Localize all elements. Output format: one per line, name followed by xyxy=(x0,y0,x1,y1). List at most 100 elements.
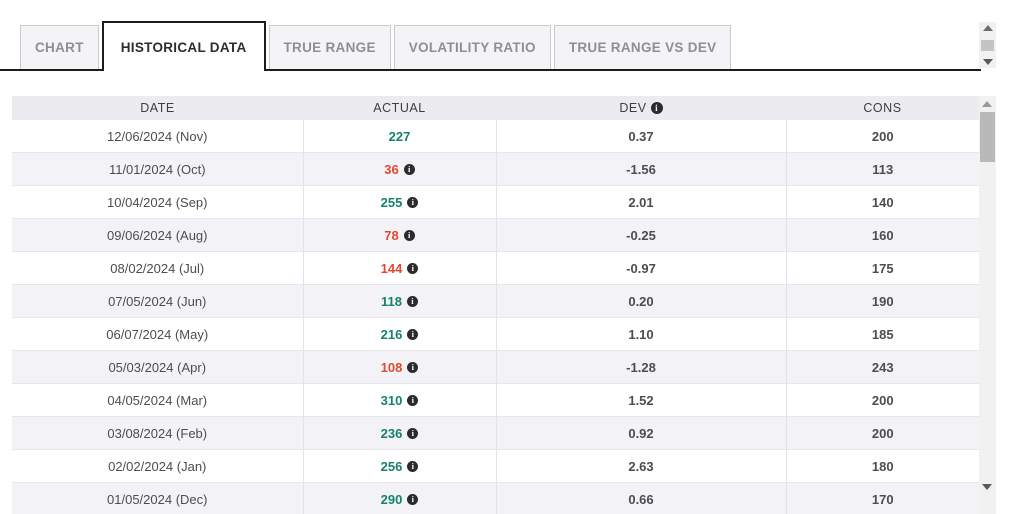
info-icon[interactable]: i xyxy=(407,197,418,208)
column-header-dev[interactable]: DEV i xyxy=(496,96,786,120)
table-header-row: DATE ACTUAL DEV i CONS xyxy=(12,96,979,120)
actual-value: 227 xyxy=(389,129,411,144)
table-scroll-up-arrow-icon[interactable] xyxy=(982,101,992,107)
cell-actual: 144 i xyxy=(303,252,496,285)
cell-cons: 200 xyxy=(786,417,979,450)
info-icon[interactable]: i xyxy=(407,395,418,406)
table-row[interactable]: 06/07/2024 (May) 216 i 1.10185 xyxy=(12,318,979,351)
cell-date: 09/06/2024 (Aug) xyxy=(12,219,303,252)
cell-date: 07/05/2024 (Jun) xyxy=(12,285,303,318)
table-row[interactable]: 08/02/2024 (Jul) 144 i -0.97175 xyxy=(12,252,979,285)
table-row[interactable]: 01/05/2024 (Dec) 290 i 0.66170 xyxy=(12,483,979,514)
cell-cons: 170 xyxy=(786,483,979,514)
table-row[interactable]: 09/06/2024 (Aug)78i-0.25160 xyxy=(12,219,979,252)
cell-date: 02/02/2024 (Jan) xyxy=(12,450,303,483)
historical-data-table: DATE ACTUAL DEV i CONS 12/06/2024 (Nov) 227 0.… xyxy=(12,96,979,514)
table-body: 12/06/2024 (Nov)2270.3720011/01/2024 (Oc… xyxy=(12,120,979,514)
scroll-up-arrow-icon[interactable] xyxy=(983,25,993,31)
actual-value: 108 xyxy=(381,360,403,375)
cell-date: 12/06/2024 (Nov) xyxy=(12,120,303,153)
table-vertical-scrollbar[interactable] xyxy=(979,96,996,514)
cell-date: 08/02/2024 (Jul) xyxy=(12,252,303,285)
cell-dev: -1.28 xyxy=(496,351,786,384)
table-scrollbar-thumb[interactable] xyxy=(980,112,995,162)
tab-bar-region: CHARTHISTORICAL DATATRUE RANGEVOLATILITY… xyxy=(0,0,1011,82)
cell-date: 05/03/2024 (Apr) xyxy=(12,351,303,384)
tab-true-range[interactable]: TRUE RANGE xyxy=(269,25,391,69)
table-row[interactable]: 10/04/2024 (Sep)255i2.01140 xyxy=(12,186,979,219)
info-icon[interactable]: i xyxy=(651,102,663,114)
cell-dev: 1.52 xyxy=(496,384,786,417)
table-row[interactable]: 05/03/2024 (Apr) 108 i -1.28243 xyxy=(12,351,979,384)
actual-value: 118 xyxy=(381,294,402,309)
table-row[interactable]: 02/02/2024 (Jan)256i2.63180 xyxy=(12,450,979,483)
cell-cons: 200 xyxy=(786,120,979,153)
cell-actual: 290 i xyxy=(303,483,496,514)
cell-cons: 200 xyxy=(786,384,979,417)
cell-actual: 255 i xyxy=(303,186,496,219)
actual-value: 216 xyxy=(381,327,403,342)
table-row[interactable]: 04/05/2024 (Mar) 310 i 1.52200 xyxy=(12,384,979,417)
tab-true-range-vs-dev[interactable]: TRUE RANGE VS DEV xyxy=(554,25,732,69)
cell-cons: 113 xyxy=(786,153,979,186)
info-icon[interactable]: i xyxy=(407,296,418,307)
cell-dev: 1.10 xyxy=(496,318,786,351)
cell-actual: 227 xyxy=(303,120,496,153)
table-row[interactable]: 03/08/2024 (Feb)236i0.92200 xyxy=(12,417,979,450)
cell-cons: 243 xyxy=(786,351,979,384)
info-icon[interactable]: i xyxy=(407,263,418,274)
table-row[interactable]: 11/01/2024 (Oct)36i-1.56113 xyxy=(12,153,979,186)
info-icon[interactable]: i xyxy=(407,461,418,472)
cell-dev: 2.63 xyxy=(496,450,786,483)
cell-date: 03/08/2024 (Feb) xyxy=(12,417,303,450)
actual-value: 255 xyxy=(381,195,403,210)
column-header-cons[interactable]: CONS xyxy=(786,96,979,120)
cell-actual: 256i xyxy=(303,450,496,483)
column-header-date[interactable]: DATE xyxy=(12,96,303,120)
cell-dev: 0.66 xyxy=(496,483,786,514)
scroll-down-arrow-icon[interactable] xyxy=(983,59,993,65)
column-header-label: ACTUAL xyxy=(373,101,426,115)
cell-actual: 118 i xyxy=(303,285,496,318)
cell-cons: 175 xyxy=(786,252,979,285)
tab-bar: CHARTHISTORICAL DATATRUE RANGEVOLATILITY… xyxy=(0,19,981,71)
cell-date: 06/07/2024 (May) xyxy=(12,318,303,351)
tab-historical-data[interactable]: HISTORICAL DATA xyxy=(102,21,266,71)
cell-cons: 185 xyxy=(786,318,979,351)
column-header-label: DEV xyxy=(619,101,646,115)
cell-dev: 0.20 xyxy=(496,285,786,318)
tab-volatility-ratio[interactable]: VOLATILITY RATIO xyxy=(394,25,551,69)
cell-actual: 310 i xyxy=(303,384,496,417)
info-icon[interactable]: i xyxy=(404,164,415,175)
info-icon[interactable]: i xyxy=(407,494,418,505)
info-icon[interactable]: i xyxy=(407,329,418,340)
historical-data-table-container: DATE ACTUAL DEV i CONS 12/06/2024 (Nov) 227 0.… xyxy=(12,96,979,514)
cell-actual: 236 i xyxy=(303,417,496,450)
cell-dev: 2.01 xyxy=(496,186,786,219)
table-row[interactable]: 07/05/2024 (Jun) 118 i 0.20190 xyxy=(12,285,979,318)
column-header-actual[interactable]: ACTUAL xyxy=(303,96,496,120)
table-row[interactable]: 12/06/2024 (Nov)2270.37200 xyxy=(12,120,979,153)
column-header-label: CONS xyxy=(863,101,901,115)
actual-value: 290 xyxy=(381,492,403,507)
table-scroll-down-arrow-icon[interactable] xyxy=(982,484,992,490)
cell-date: 04/05/2024 (Mar) xyxy=(12,384,303,417)
cell-cons: 140 xyxy=(786,186,979,219)
cell-date: 01/05/2024 (Dec) xyxy=(12,483,303,514)
tab-chart[interactable]: CHART xyxy=(20,25,99,69)
actual-value: 236 xyxy=(381,426,403,441)
cell-dev: -0.97 xyxy=(496,252,786,285)
actual-value: 144 xyxy=(381,261,403,276)
cell-cons: 180 xyxy=(786,450,979,483)
actual-value: 36 xyxy=(384,162,398,177)
info-icon[interactable]: i xyxy=(407,428,418,439)
info-icon[interactable]: i xyxy=(407,362,418,373)
cell-cons: 190 xyxy=(786,285,979,318)
actual-value: 310 xyxy=(381,393,403,408)
cell-dev: -1.56 xyxy=(496,153,786,186)
info-icon[interactable]: i xyxy=(404,230,415,241)
cell-actual: 216 i xyxy=(303,318,496,351)
tabbar-scrollbar[interactable] xyxy=(979,22,996,68)
cell-actual: 108 i xyxy=(303,351,496,384)
scrollbar-thumb[interactable] xyxy=(981,40,994,51)
